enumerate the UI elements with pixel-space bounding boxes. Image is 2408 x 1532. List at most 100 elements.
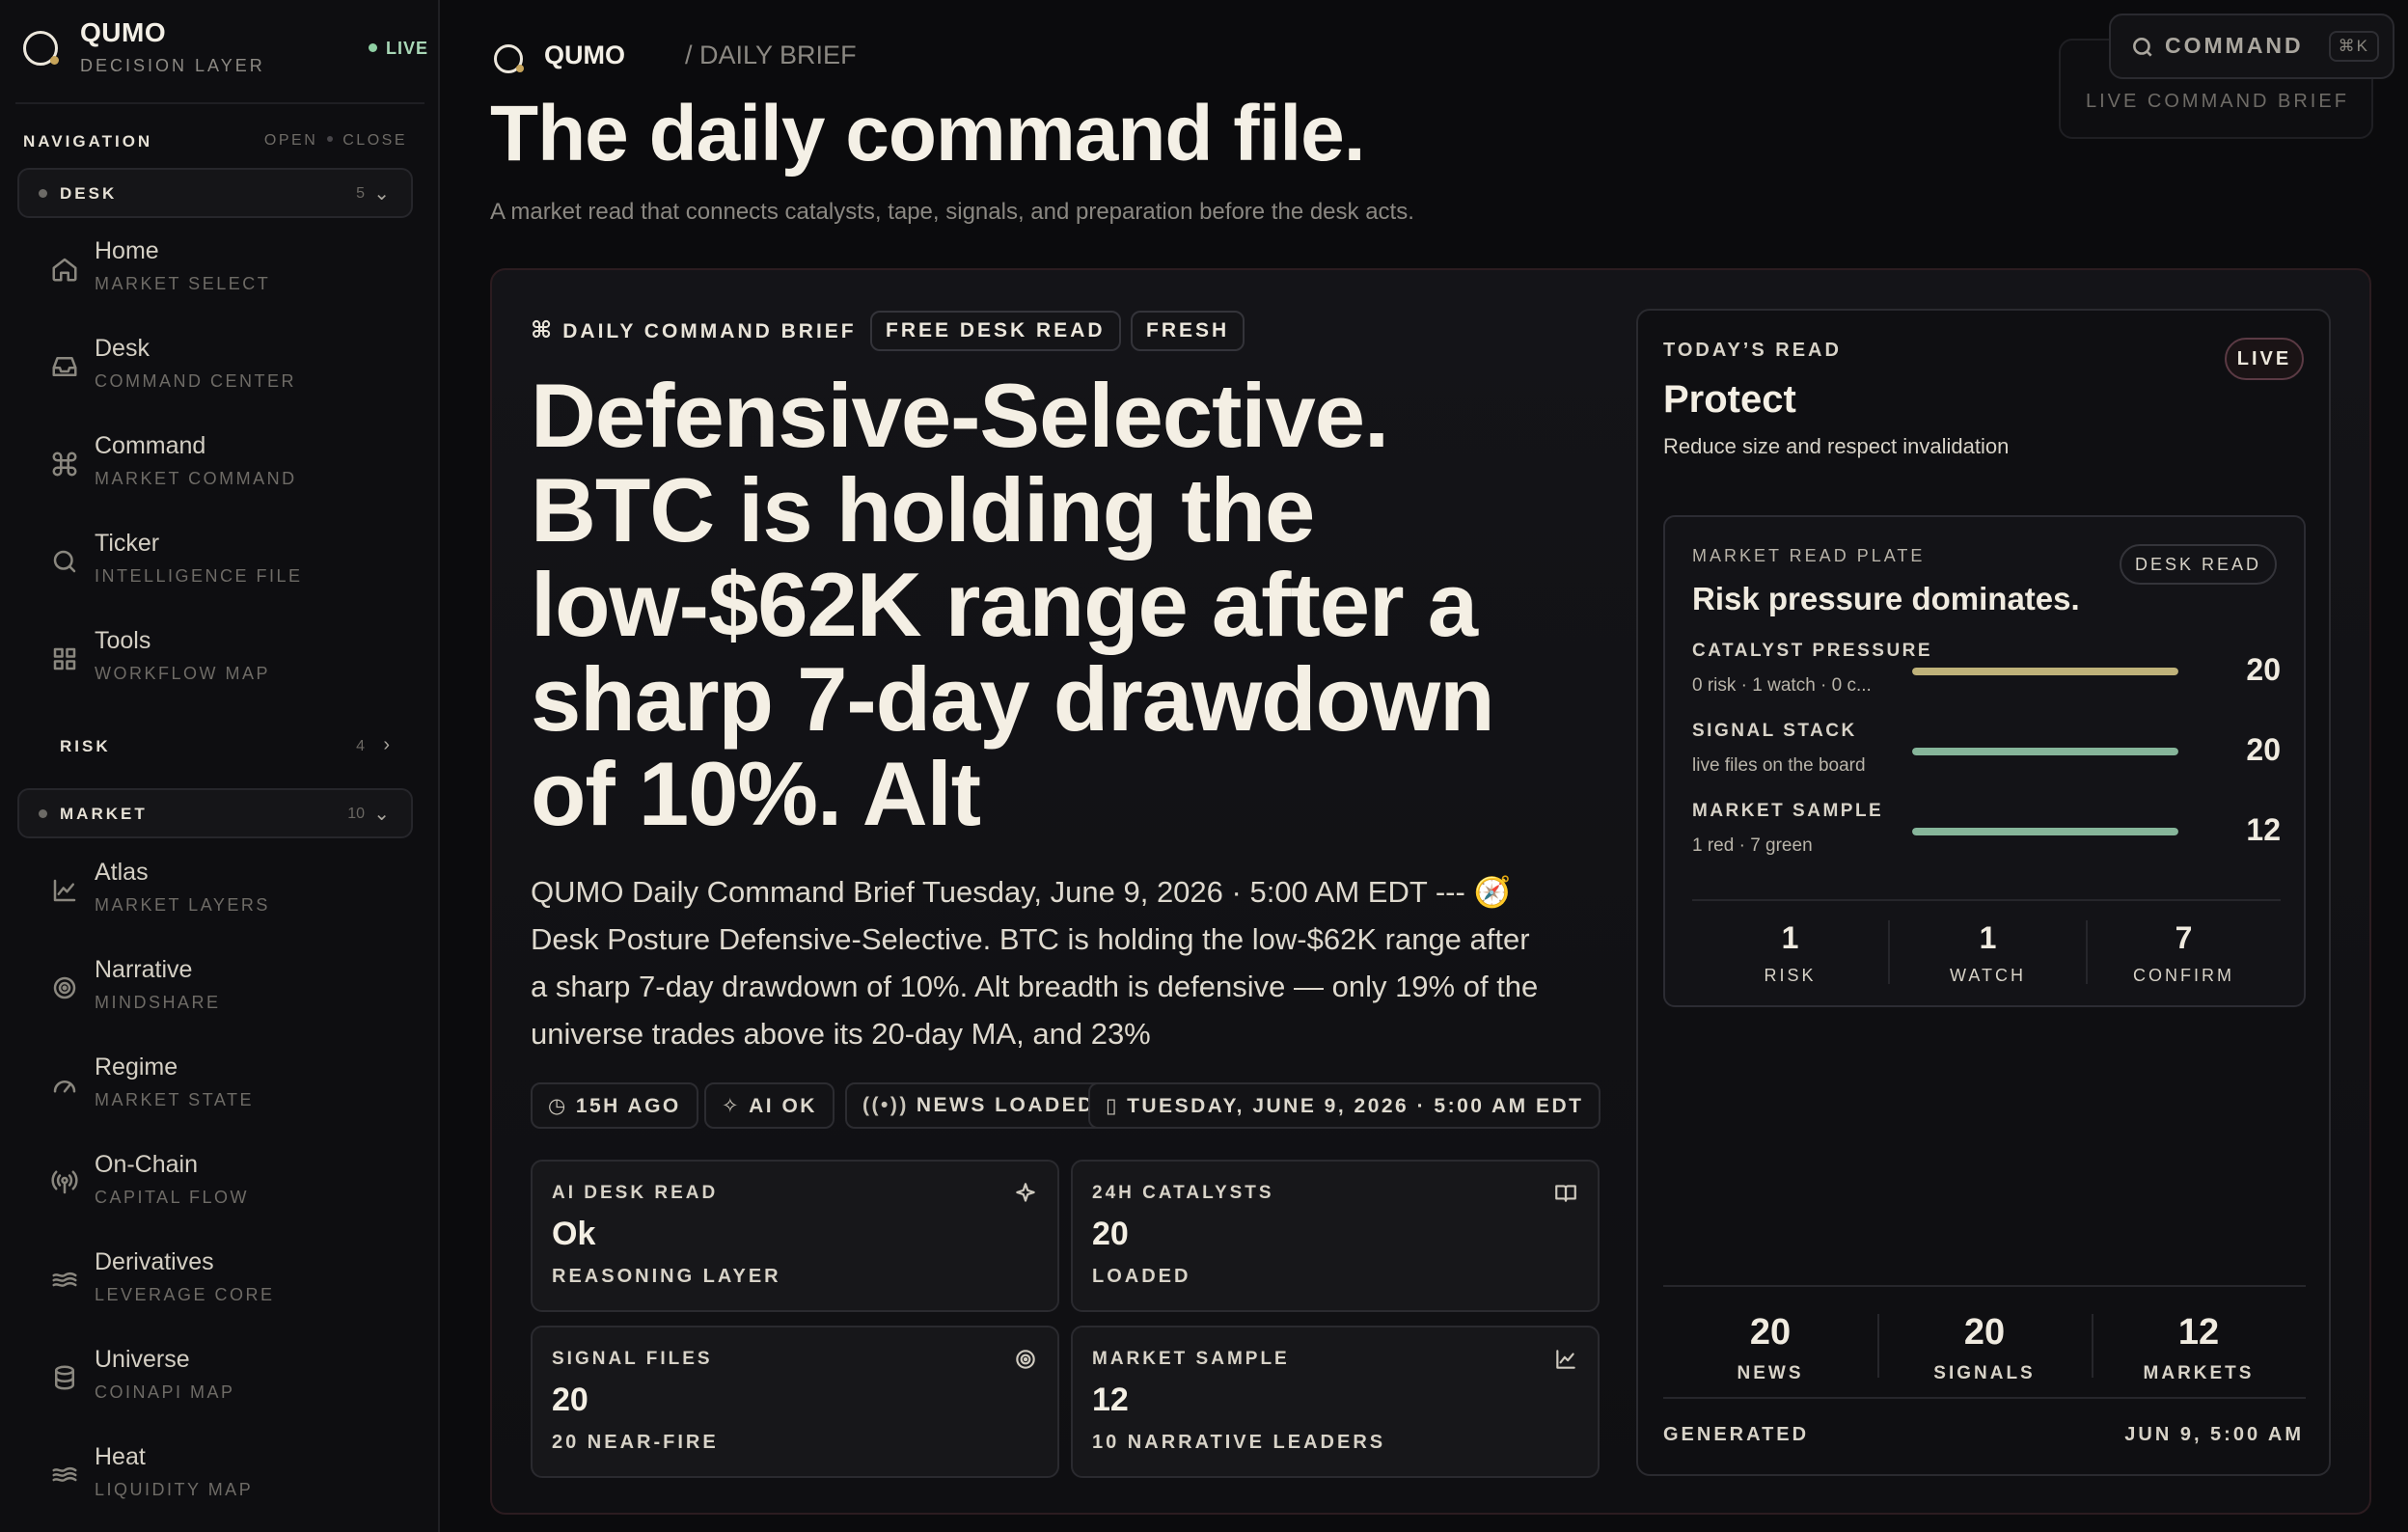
sidebar-item-sub: CAPITAL FLOW [95, 1188, 250, 1207]
sidebar-item-tools[interactable]: Tools WORKFLOW MAP [29, 621, 415, 698]
page-subtitle: A market read that connects catalysts, t… [490, 199, 1414, 225]
waves-icon [50, 1461, 79, 1490]
meta-date-chip: ▯ TUESDAY, JUNE 9, 2026 · 5:00 AM EDT [1088, 1082, 1601, 1129]
breadcrumb-brand[interactable]: QUMO [544, 41, 625, 70]
stat-sub: LOADED [1092, 1266, 1191, 1287]
group-dot-icon [39, 809, 47, 818]
sidebar-item-label: Atlas [95, 859, 149, 886]
sidebar-item-sub: LIQUIDITY MAP [95, 1480, 254, 1499]
inbox-icon [50, 352, 79, 381]
sidebar-item-label: Derivatives [95, 1248, 214, 1275]
stat-card-ai-desk-read[interactable]: AI DESK READ Ok REASONING LAYER [531, 1160, 1059, 1312]
qumo-logo-icon [494, 44, 524, 73]
sidebar-item-home[interactable]: Home MARKET SELECT [29, 232, 415, 309]
generated-value: JUN 9, 5:00 AM [2124, 1424, 2304, 1445]
triad-label: CONFIRM [2133, 966, 2234, 985]
chart-line-icon [1553, 1347, 1578, 1372]
sidebar-item-ticker[interactable]: Ticker INTELLIGENCE FILE [29, 524, 415, 601]
sidebar-item-command[interactable]: Command MARKET COMMAND [29, 426, 415, 504]
brand[interactable]: QUMO DECISION LAYER LIVE [23, 17, 428, 79]
sidebar-item-on-chain[interactable]: On-Chain CAPITAL FLOW [29, 1145, 415, 1222]
count-value: 20 [1749, 1312, 1792, 1353]
sidebar-item-regime[interactable]: Regime MARKET STATE [29, 1048, 415, 1125]
sparkles-icon: ✧ [722, 1095, 742, 1117]
market-read-plate: MARKET READ PLATE Risk pressure dominate… [1663, 515, 2306, 1007]
sidebar-item-universe[interactable]: Universe COINAPI MAP [29, 1340, 415, 1417]
live-dot-icon [368, 43, 377, 52]
brief-tag-text: DAILY COMMAND BRIEF [562, 320, 857, 342]
brand-name: QUMO [80, 17, 167, 47]
count-value: 12 [2177, 1312, 2220, 1353]
group-label: RISK [60, 737, 111, 755]
stat-value: 20 [1092, 1216, 1129, 1252]
count-value: 20 [1963, 1312, 2006, 1353]
triad-value: 7 [2175, 920, 2193, 955]
search-icon [2130, 35, 2155, 60]
count-label: SIGNALS [1933, 1363, 2036, 1383]
meter-market-sample: MARKET SAMPLE 1 red · 7 green 12 [1692, 801, 2281, 870]
meter-sub: 1 red · 7 green [1692, 835, 1813, 856]
search-icon [50, 547, 79, 576]
todays-read-title: Protect [1663, 378, 1796, 421]
command-button[interactable]: COMMAND ⌘K [2109, 14, 2394, 79]
triad-value: 1 [1781, 920, 1799, 955]
sidebar-item-sub: MARKET COMMAND [95, 469, 297, 488]
sidebar-item-sub: MARKET SELECT [95, 274, 271, 293]
stat-sub: 20 NEAR-FIRE [552, 1432, 719, 1453]
count-label: MARKETS [2143, 1363, 2255, 1383]
meter-sub: live files on the board [1692, 755, 1866, 776]
nav-group-desk[interactable]: DESK 5 ⌄ [17, 168, 413, 218]
todays-read-panel: TODAY’S READ Protect Reduce size and res… [1636, 309, 2331, 1476]
stat-card-24h-catalysts[interactable]: 24H CATALYSTS 20 LOADED [1071, 1160, 1600, 1312]
database-icon [50, 1363, 79, 1392]
target-icon [1013, 1347, 1038, 1372]
sidebar-item-desk[interactable]: Desk COMMAND CENTER [29, 329, 415, 406]
sidebar-item-sub: WORKFLOW MAP [95, 664, 270, 683]
stat-card-market-sample[interactable]: MARKET SAMPLE 12 10 NARRATIVE LEADERS [1071, 1326, 1600, 1478]
triad-watch: 1 WATCH [1890, 920, 2086, 988]
command-shortcut: ⌘K [2328, 31, 2379, 62]
count-signals: 20 SIGNALS [1877, 1312, 2092, 1384]
meta-ai-chip: ✧ AI OK [704, 1082, 835, 1129]
sidebar-item-sub: INTELLIGENCE FILE [95, 566, 303, 586]
broadcast-icon [50, 1168, 79, 1197]
sidebar-item-sub: MINDSHARE [95, 993, 221, 1012]
nav-close-button[interactable]: CLOSE [342, 132, 407, 149]
breadcrumb-path: / DAILY BRIEF [685, 41, 857, 69]
book-icon [1553, 1181, 1578, 1206]
brief-summary: QUMO Daily Command Brief Tuesday, June 9… [531, 875, 1539, 1051]
stat-card-signal-files[interactable]: SIGNAL FILES 20 20 NEAR-FIRE [531, 1326, 1059, 1478]
fresh-chip: FRESH [1131, 311, 1245, 351]
sidebar-item-label: Tools [95, 627, 151, 654]
generated-label: GENERATED [1663, 1424, 1810, 1445]
nav-title: NAVIGATION [23, 132, 153, 150]
meter-value: 12 [2246, 812, 2281, 847]
live-status-badge: LIVE [368, 39, 428, 59]
counts-divider-bottom [1663, 1397, 2306, 1399]
nav-open-button[interactable]: OPEN [264, 132, 317, 149]
group-count: 4 [356, 738, 365, 754]
command-icon [50, 450, 79, 479]
meter-fill [1912, 668, 2178, 675]
sidebar-item-narrative[interactable]: Narrative MINDSHARE [29, 950, 415, 1027]
free-desk-read-chip: FREE DESK READ [870, 311, 1121, 351]
chart-line-icon [50, 876, 79, 905]
stat-value: Ok [552, 1216, 596, 1252]
meter-label: CATALYST PRESSURE [1692, 641, 1933, 661]
book-icon: ▯ [1106, 1095, 1120, 1117]
meter-signal-stack: SIGNAL STACK live files on the board 20 [1692, 721, 2281, 790]
sidebar-item-heat[interactable]: Heat LIQUIDITY MAP [29, 1437, 415, 1515]
meter-label: MARKET SAMPLE [1692, 801, 1884, 821]
meter-sub: 0 risk · 1 watch · 0 c... [1692, 675, 1872, 696]
triad-label: WATCH [1950, 966, 2026, 985]
chevron-down-icon: ⌄ [373, 804, 390, 825]
grid-icon [50, 644, 79, 673]
sidebar-item-atlas[interactable]: Atlas MARKET LAYERS [29, 853, 415, 930]
nav-group-market[interactable]: MARKET 10 ⌄ [17, 788, 413, 838]
triad-value: 1 [1979, 920, 1997, 955]
plate-label: MARKET READ PLATE [1692, 546, 1926, 565]
nav-group-risk[interactable]: RISK 4 › [17, 721, 413, 771]
gauge-icon [50, 1071, 79, 1100]
sidebar-item-derivatives[interactable]: Derivatives LEVERAGE CORE [29, 1243, 415, 1320]
stat-label: SIGNAL FILES [552, 1349, 713, 1369]
